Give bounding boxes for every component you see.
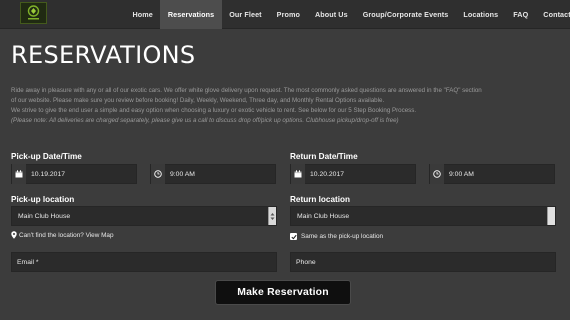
nav-reservations[interactable]: Reservations (160, 0, 222, 29)
return-location-select[interactable]: Main Club House (290, 206, 556, 226)
select-arrows-icon[interactable] (547, 207, 555, 225)
email-field[interactable]: Email * (11, 252, 277, 272)
pickup-date-input[interactable]: 10.19.2017 (11, 164, 137, 184)
view-map-link[interactable]: Can't find the location? View Map (11, 231, 114, 239)
nav-faq[interactable]: FAQ (506, 0, 536, 29)
delivery-note: (Please note: All deliveries are charged… (11, 117, 399, 124)
return-date-value: 10.20.2017 (310, 170, 345, 178)
return-date-input[interactable]: 10.20.2017 (290, 164, 416, 184)
nav-about-us[interactable]: About Us (307, 0, 355, 29)
logo-emblem-icon (27, 5, 40, 20)
main-nav: Home Reservations Our Fleet Promo About … (125, 0, 570, 29)
nav-home[interactable]: Home (125, 0, 160, 29)
same-as-pickup-option[interactable]: Same as the pick-up location (290, 233, 383, 240)
map-pin-icon (11, 231, 17, 239)
intro-text: Ride away in pleasure with any or all of… (11, 86, 561, 126)
same-as-pickup-checkbox[interactable] (290, 233, 297, 240)
return-location-label: Return location (290, 195, 351, 204)
pickup-datetime-label: Pick-up Date/Time (11, 152, 82, 161)
page-title: RESERVATIONS (11, 41, 196, 69)
same-as-pickup-label: Same as the pick-up location (301, 233, 384, 240)
pickup-location-select[interactable]: Main Club House (11, 206, 277, 226)
return-time-input[interactable]: 9:00 AM (429, 164, 555, 184)
return-time-value: 9:00 AM (449, 170, 474, 178)
clock-icon (430, 164, 444, 184)
intro-line: of our website. Please make sure you rev… (11, 97, 385, 104)
pickup-time-value: 9:00 AM (170, 170, 195, 178)
nav-locations[interactable]: Locations (456, 0, 506, 29)
return-datetime-label: Return Date/Time (290, 152, 358, 161)
phone-placeholder: Phone (296, 258, 316, 266)
nav-group-corporate-events[interactable]: Group/Corporate Events (355, 0, 456, 29)
pickup-location-label: Pick-up location (11, 195, 75, 204)
phone-field[interactable]: Phone (290, 252, 556, 272)
intro-line: Ride away in pleasure with any or all of… (11, 87, 482, 94)
pickup-location-value: Main Club House (18, 212, 71, 220)
intro-line: We strive to give the end user a simple … (11, 107, 417, 114)
clock-icon (151, 164, 165, 184)
select-arrows-icon[interactable] (268, 207, 276, 225)
make-reservation-button[interactable]: Make Reservation (215, 280, 351, 305)
email-placeholder: Email * (17, 258, 39, 266)
top-navigation-bar: Home Reservations Our Fleet Promo About … (0, 0, 570, 29)
site-logo[interactable] (20, 2, 47, 24)
nav-our-fleet[interactable]: Our Fleet (222, 0, 269, 29)
return-location-value: Main Club House (297, 212, 350, 220)
pickup-time-input[interactable]: 9:00 AM (150, 164, 276, 184)
nav-promo[interactable]: Promo (269, 0, 307, 29)
calendar-icon (12, 164, 26, 184)
calendar-icon (291, 164, 305, 184)
view-map-link-text: Can't find the location? View Map (19, 231, 114, 239)
nav-contact-us[interactable]: Contact Us (536, 0, 570, 29)
pickup-date-value: 10.19.2017 (31, 170, 66, 178)
